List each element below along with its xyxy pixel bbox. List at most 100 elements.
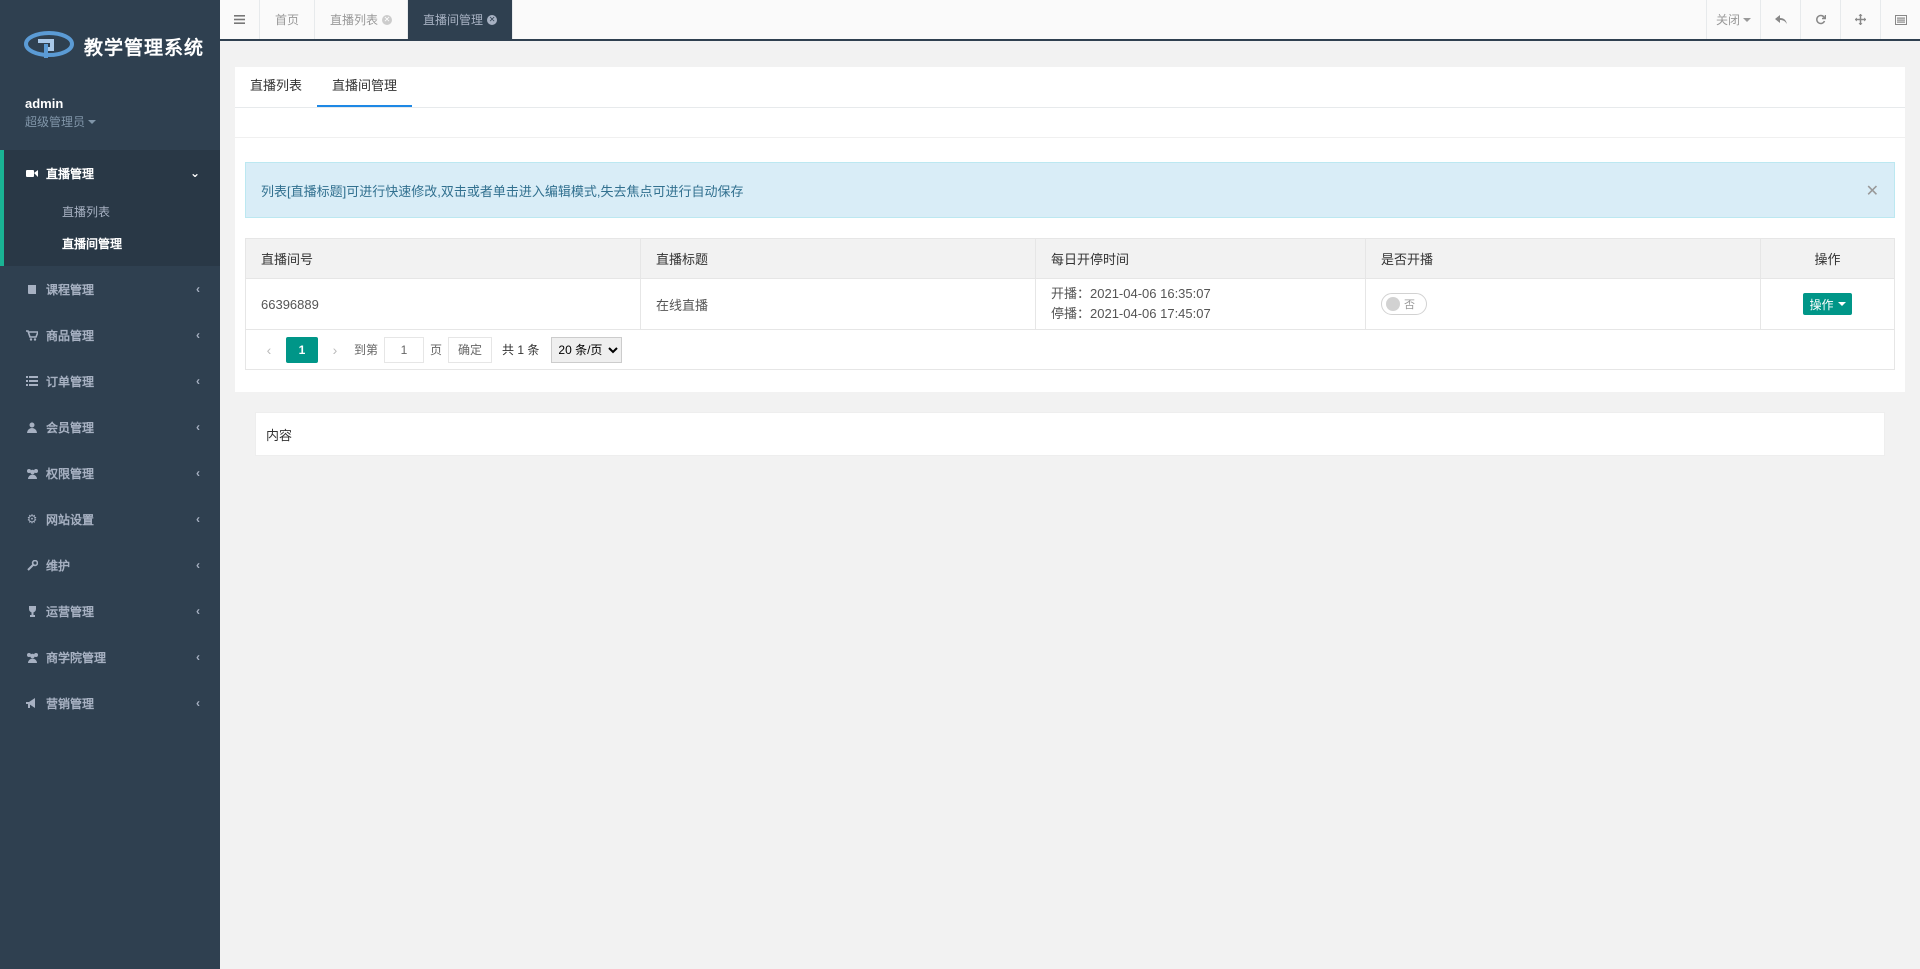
content-card-text: 内容 [266,427,293,443]
app-logo: 教学管理系统 [0,0,220,92]
info-alert: 列表[直播标题]可进行快速修改,双击或者单击进入编辑模式,失去焦点可进行自动保存… [245,162,1895,218]
sidebar-group-live: 直播管理 ⌄ 直播列表 直播间管理 [0,150,220,266]
move-icon [1855,14,1866,25]
sidebar-item-label: 会员管理 [46,420,95,435]
cell-title-editable[interactable]: 在线直播 [640,278,1036,330]
sidebar-submenu-live: 直播列表 直播间管理 [4,196,220,266]
sidebar-item-course[interactable]: 课程管理 ‹ [0,266,220,312]
close-icon[interactable]: ✕ [382,14,393,25]
wrench-icon [25,558,39,572]
live-toggle-switch[interactable]: 否 [1381,293,1427,315]
sidebar-item-members[interactable]: 会员管理 ‹ [0,404,220,450]
page-unit-label: 页 [430,343,443,357]
sidebar-item-marketing[interactable]: 营销管理 ‹ [0,680,220,726]
user-name: admin [25,96,64,111]
chevron-left-icon: ‹ [196,374,200,388]
action-dropdown-button[interactable]: 操作 [1803,293,1852,315]
column-header-actions: 操作 [1760,238,1895,279]
cell-actions: 操作 [1760,278,1895,330]
total-count: 共 1 条 [502,343,540,357]
menu-toggle-button[interactable] [220,0,260,39]
goto-label: 到第 [354,343,379,357]
goto-page-input[interactable] [384,336,425,363]
table-row: 66396889 在线直播 开播：2021-04-06 16:35:07 停播：… [245,278,1895,330]
options-button[interactable] [1880,0,1920,39]
close-icon[interactable]: ✕ [487,14,498,25]
trophy-icon [25,604,39,618]
sidebar-item-label: 商学院管理 [46,650,107,665]
panel-body: 列表[直播标题]可进行快速修改,双击或者单击进入编辑模式,失去焦点可进行自动保存… [235,138,1905,392]
tab-live-list[interactable]: 直播列表 ✕ [315,0,409,39]
user-icon [25,420,39,434]
action-label: 操作 [1809,297,1834,312]
back-button[interactable] [1760,0,1800,39]
current-page[interactable]: 1 [286,336,318,363]
sidebar: 教学管理系统 admin 超级管理员 直播管理 ⌄ 直播列表 直播间管理 课程管… [0,0,220,969]
refresh-button[interactable] [1800,0,1840,39]
reply-icon [1774,14,1787,24]
live-room-table: 直播间号 直播标题 每日开停时间 是否开播 操作 66396889 在线直播 开… [245,238,1895,330]
sidebar-subitem-live-room[interactable]: 直播间管理 [4,228,220,260]
column-header-live-status[interactable]: 是否开播 [1365,238,1761,279]
tab-live-list-page[interactable]: 直播列表 [235,66,317,107]
sidebar-item-permissions[interactable]: 权限管理 ‹ [0,450,220,496]
sidebar-item-site-settings[interactable]: ⚙ 网站设置 ‹ [0,496,220,542]
content-card: 内容 [255,412,1885,456]
close-tabs-dropdown[interactable]: 关闭 [1706,0,1760,39]
page-size-select[interactable]: 20 条/页 [551,336,623,363]
switch-label: 否 [1404,299,1415,311]
sidebar-item-orders[interactable]: 订单管理 ‹ [0,358,220,404]
table-header-row: 直播间号 直播标题 每日开停时间 是否开播 操作 [245,238,1895,279]
sidebar-item-live[interactable]: 直播管理 ⌄ [4,150,220,196]
chevron-down-icon: ⌄ [189,166,200,180]
tab-label: 直播列表 [330,13,379,27]
prev-page-button[interactable]: ‹ [256,342,282,358]
column-header-room-id[interactable]: 直播间号 [245,238,641,279]
sidebar-item-business-school[interactable]: 商学院管理 ‹ [0,634,220,680]
column-header-title[interactable]: 直播标题 [640,238,1036,279]
sidebar-item-label: 营销管理 [46,696,95,711]
sidebar-item-label: 运营管理 [46,604,95,619]
chevron-left-icon: ‹ [196,328,200,342]
tab-label: 首页 [275,13,300,27]
app-title: 教学管理系统 [84,37,205,59]
list-icon [25,374,39,388]
tab-live-room[interactable]: 直播间管理 ✕ [408,0,514,39]
sidebar-menu: 直播管理 ⌄ 直播列表 直播间管理 课程管理 ‹ 商品管理 ‹ 订单管理 ‹ 会… [0,150,220,726]
chevron-left-icon: ‹ [196,650,200,664]
next-page-button[interactable]: › [322,342,348,358]
sidebar-item-maintenance[interactable]: 维护 ‹ [0,542,220,588]
sidebar-item-operations[interactable]: 运营管理 ‹ [0,588,220,634]
column-header-schedule[interactable]: 每日开停时间 [1035,238,1366,279]
user-role-dropdown[interactable]: 超级管理员 [25,113,195,131]
panel: 直播列表 直播间管理 列表[直播标题]可进行快速修改,双击或者单击进入编辑模式,… [235,67,1905,392]
close-icon[interactable]: ✕ [1866,181,1879,201]
sidebar-item-label: 维护 [46,558,71,573]
sidebar-item-label: 权限管理 [46,466,95,481]
group-icon [25,650,39,664]
tab-live-room-page[interactable]: 直播间管理 [317,66,413,107]
caret-down-icon [1837,302,1846,306]
sidebar-subitem-live-list[interactable]: 直播列表 [4,196,220,228]
switch-knob [1386,297,1400,311]
stop-time: 停播：2021-04-06 17:45:07 [1051,306,1211,321]
sidebar-item-label: 网站设置 [46,512,95,527]
chevron-left-icon: ‹ [196,512,200,526]
top-tab-bar: 首页 直播列表 ✕ 直播间管理 ✕ 关闭 [220,0,1920,41]
hamburger-icon [234,15,245,24]
tab-home[interactable]: 首页 [260,0,316,39]
sidebar-item-goods[interactable]: 商品管理 ‹ [0,312,220,358]
goto-confirm-button[interactable]: 确定 [448,336,493,363]
list-alt-icon [1894,14,1907,25]
cell-room-id: 66396889 [245,278,641,330]
chevron-left-icon: ‹ [196,604,200,618]
user-role-label: 超级管理员 [25,115,86,129]
sidebar-item-label: 订单管理 [46,374,95,389]
cell-live-status: 否 [1365,278,1761,330]
cell-schedule: 开播：2021-04-06 16:35:07 停播：2021-04-06 17:… [1035,278,1366,330]
chevron-left-icon: ‹ [196,420,200,434]
main-content: 直播列表 直播间管理 列表[直播标题]可进行快速修改,双击或者单击进入编辑模式,… [235,67,1905,456]
refresh-icon [1816,14,1826,25]
fullscreen-button[interactable] [1840,0,1880,39]
gear-icon: ⚙ [26,512,38,526]
